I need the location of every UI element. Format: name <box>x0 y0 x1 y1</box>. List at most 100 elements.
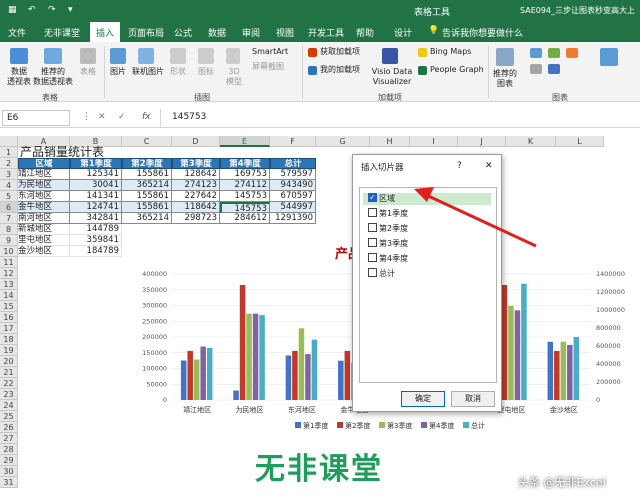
table-cell[interactable]: 为民地区 <box>18 180 70 191</box>
sheet-title[interactable]: 产品销量统计表 <box>20 146 220 158</box>
column-header-f[interactable]: F <box>270 136 316 147</box>
table-cell[interactable]: 943490 <box>270 180 316 191</box>
quick-access-icon[interactable]: ▾ <box>68 5 73 15</box>
tab-wufei[interactable]: 无非课堂 <box>44 26 80 39</box>
table-cell[interactable]: 145753 <box>220 191 270 202</box>
table-cell[interactable]: 118642 <box>172 202 220 213</box>
pie-chart-icon[interactable] <box>566 48 578 58</box>
row-header-21[interactable]: 21 <box>0 367 18 378</box>
row-header-6[interactable]: 6 <box>0 202 18 213</box>
table-cell[interactable]: 155861 <box>122 191 172 202</box>
picture-button[interactable]: 图片 <box>106 67 130 77</box>
row-header-8[interactable]: 8 <box>0 224 18 235</box>
row-header-22[interactable]: 22 <box>0 378 18 389</box>
column-header-g[interactable]: G <box>316 136 370 147</box>
table-cell[interactable]: 155861 <box>122 169 172 180</box>
pivot-chart-icon[interactable] <box>600 48 618 66</box>
tab-view[interactable]: 视图 <box>276 26 294 39</box>
recommended-charts-button[interactable]: 推荐的 图表 <box>488 69 522 89</box>
table-cell[interactable]: 579597 <box>270 169 316 180</box>
row-header-7[interactable]: 7 <box>0 213 18 224</box>
redo-icon[interactable]: ↷ <box>48 5 56 15</box>
screenshot-button[interactable]: 屏幕截图 <box>252 62 284 72</box>
table-header[interactable]: 区域 <box>18 158 70 169</box>
my-addins-button[interactable]: 我的加载项 <box>320 65 360 75</box>
slicer-field-5[interactable]: 第4季度 <box>368 253 408 265</box>
column-header-c[interactable]: C <box>122 136 172 147</box>
help-icon[interactable]: ? <box>457 161 462 171</box>
table-header[interactable]: 第4季度 <box>220 158 270 169</box>
table-cell[interactable]: 30041 <box>70 180 122 191</box>
column-header-h[interactable]: H <box>370 136 410 147</box>
column-header-j[interactable]: J <box>458 136 506 147</box>
cancel-button[interactable]: 取消 <box>451 391 495 407</box>
row-header-17[interactable]: 17 <box>0 323 18 334</box>
table-cell[interactable]: 227642 <box>172 191 220 202</box>
slicer-field-6[interactable]: 总计 <box>368 268 395 280</box>
row-header-11[interactable]: 11 <box>0 257 18 268</box>
row-header-3[interactable]: 3 <box>0 169 18 180</box>
row-header-28[interactable]: 28 <box>0 444 18 455</box>
row-header-27[interactable]: 27 <box>0 433 18 444</box>
table-cell[interactable]: 东河地区 <box>18 191 70 202</box>
select-all-corner[interactable] <box>0 136 18 147</box>
checkbox[interactable] <box>368 223 377 232</box>
table-cell[interactable]: 1291390 <box>270 213 316 224</box>
table-cell[interactable]: 274112 <box>220 180 270 191</box>
checkbox[interactable] <box>368 192 377 204</box>
column-header-i[interactable]: I <box>410 136 458 147</box>
table-cell[interactable]: 145753 <box>220 202 270 213</box>
row-header-13[interactable]: 13 <box>0 279 18 290</box>
table-cell[interactable]: 金牛地区 <box>18 202 70 213</box>
column-header-k[interactable]: K <box>506 136 556 147</box>
table-cell[interactable]: 274123 <box>172 180 220 191</box>
tab-design[interactable]: 设计 <box>394 26 412 39</box>
row-header-24[interactable]: 24 <box>0 400 18 411</box>
row-header-9[interactable]: 9 <box>0 235 18 246</box>
line-chart-icon[interactable] <box>548 48 560 58</box>
table-cell[interactable]: 144789 <box>70 224 122 235</box>
table-cell[interactable]: 155861 <box>122 202 172 213</box>
checkbox[interactable] <box>368 238 377 247</box>
row-header-14[interactable]: 14 <box>0 290 18 301</box>
table-cell[interactable]: 125341 <box>70 169 122 180</box>
table-cell[interactable]: 169753 <box>220 169 270 180</box>
row-header-29[interactable]: 29 <box>0 455 18 466</box>
tab-file[interactable]: 文件 <box>8 26 26 39</box>
undo-icon[interactable]: ↶ <box>28 5 36 15</box>
close-icon[interactable]: ✕ <box>485 161 493 171</box>
enter-icon[interactable]: ✓ <box>118 112 126 122</box>
table-cell[interactable]: 184789 <box>70 246 122 257</box>
row-header-2[interactable]: 2 <box>0 158 18 169</box>
formula-input[interactable]: 145753 <box>172 112 206 122</box>
table-cell[interactable]: 342841 <box>70 213 122 224</box>
table-cell[interactable]: 284612 <box>220 213 270 224</box>
tell-me-input[interactable]: 告诉我你想要做什么 <box>442 26 523 39</box>
row-header-16[interactable]: 16 <box>0 312 18 323</box>
people-graph-button[interactable]: People Graph <box>430 65 484 75</box>
tab-review[interactable]: 审阅 <box>242 26 260 39</box>
table-cell[interactable]: 124741 <box>70 202 122 213</box>
table-header[interactable]: 总计 <box>270 158 316 169</box>
table-header[interactable]: 第1季度 <box>70 158 122 169</box>
row-header-4[interactable]: 4 <box>0 180 18 191</box>
row-header-31[interactable]: 31 <box>0 477 18 488</box>
table-cell[interactable]: 544997 <box>270 202 316 213</box>
visio-button[interactable]: Visio Data Visualizer <box>370 67 414 87</box>
cancel-icon[interactable]: ✕ <box>98 112 106 122</box>
table-button[interactable]: 表格 <box>76 67 100 77</box>
tab-data[interactable]: 数据 <box>208 26 226 39</box>
row-header-19[interactable]: 19 <box>0 345 18 356</box>
tab-insert[interactable]: 插入 <box>90 22 121 42</box>
table-cell[interactable]: 359841 <box>70 235 122 246</box>
online-picture-button[interactable]: 联机图片 <box>130 67 166 77</box>
smartart-button[interactable]: SmartArt <box>252 47 288 57</box>
tab-page-layout[interactable]: 页面布局 <box>128 26 164 39</box>
tab-developer[interactable]: 开发工具 <box>308 26 344 39</box>
table-cell[interactable]: 里屯地区 <box>18 235 70 246</box>
icons-button[interactable]: 图标 <box>194 67 218 77</box>
fx-icon[interactable]: fx <box>142 112 151 122</box>
table-cell[interactable]: 新城地区 <box>18 224 70 235</box>
table-cell[interactable]: 670597 <box>270 191 316 202</box>
bar-chart-icon[interactable] <box>530 64 542 74</box>
